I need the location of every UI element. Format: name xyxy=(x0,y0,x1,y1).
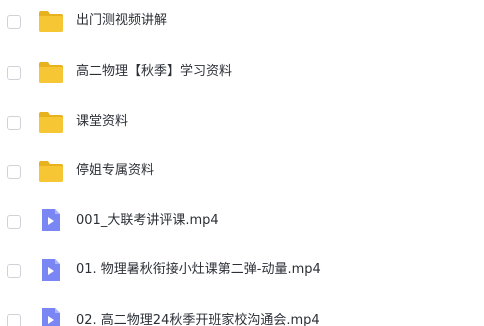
select-checkbox[interactable] xyxy=(7,314,21,326)
video-file-icon xyxy=(38,307,64,326)
file-name[interactable]: 01. 物理暑秋衔接小灶课第二弹-动量.mp4 xyxy=(76,262,321,278)
select-checkbox[interactable] xyxy=(7,215,21,229)
select-checkbox[interactable] xyxy=(7,66,21,80)
video-file-icon xyxy=(38,258,64,282)
file-name[interactable]: 高二物理【秋季】学习资料 xyxy=(76,64,232,80)
file-name[interactable]: 课堂资料 xyxy=(76,114,128,130)
folder-icon xyxy=(38,110,64,134)
select-checkbox[interactable] xyxy=(7,116,21,130)
folder-icon xyxy=(38,9,64,33)
list-item-folder[interactable]: 停姐专属资料 xyxy=(0,151,484,191)
file-name[interactable]: 02. 高二物理24秋季开班家校沟通会.mp4 xyxy=(76,313,320,326)
list-item-folder[interactable]: 高二物理【秋季】学习资料 xyxy=(0,52,484,92)
file-name[interactable]: 出门测视频讲解 xyxy=(76,13,167,29)
list-item-folder[interactable]: 出门测视频讲解 xyxy=(0,0,484,40)
file-name[interactable]: 001_大联考讲评课.mp4 xyxy=(76,213,219,229)
list-item-video[interactable]: 001_大联考讲评课.mp4 xyxy=(0,200,484,240)
select-checkbox[interactable] xyxy=(7,165,21,179)
file-list: 出门测视频讲解 高二物理【秋季】学习资料 课堂资料 停姐专属资料 001_大联考… xyxy=(0,0,484,326)
folder-icon xyxy=(38,159,64,183)
file-name[interactable]: 停姐专属资料 xyxy=(76,163,154,179)
list-item-folder[interactable]: 课堂资料 xyxy=(0,102,484,142)
select-checkbox[interactable] xyxy=(7,15,21,29)
select-checkbox[interactable] xyxy=(7,264,21,278)
video-file-icon xyxy=(38,208,64,232)
list-item-video[interactable]: 01. 物理暑秋衔接小灶课第二弹-动量.mp4 xyxy=(0,250,484,290)
folder-icon xyxy=(38,60,64,84)
list-item-video[interactable]: 02. 高二物理24秋季开班家校沟通会.mp4 xyxy=(0,300,484,326)
